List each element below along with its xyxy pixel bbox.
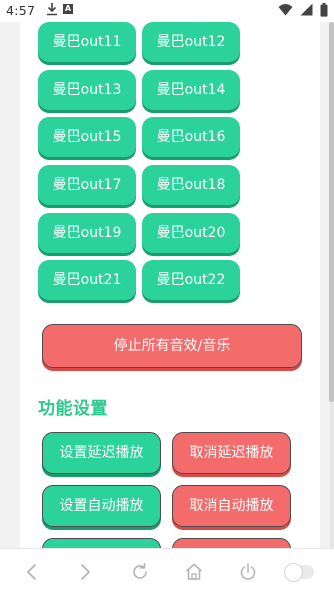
forward-icon[interactable] — [74, 561, 96, 583]
status-indicators — [275, 3, 328, 17]
power-icon[interactable] — [237, 561, 259, 583]
out13-button[interactable]: 曼巴out13 — [38, 70, 136, 110]
toggle-switch[interactable] — [284, 563, 314, 582]
battery-icon — [320, 3, 328, 17]
bottom-toolbar — [0, 548, 334, 593]
sound-board-panel: 曼巴out11 曼巴out12 曼巴out13 曼巴out14 曼巴out15 … — [20, 22, 320, 548]
toggle-knob — [284, 563, 303, 582]
app-screen: 4:57 A 曼巴out11 曼巴out12 曼巴out13 曼巴out14 曼… — [0, 0, 334, 593]
download-icon — [47, 3, 57, 16]
function-settings-title: 功能设置 — [38, 399, 108, 419]
out21-button[interactable]: 曼巴out21 — [38, 260, 136, 300]
refresh-icon[interactable] — [129, 561, 151, 583]
out20-button[interactable]: 曼巴out20 — [142, 213, 240, 253]
wifi-icon — [278, 4, 293, 16]
out22-button[interactable]: 曼巴out22 — [142, 260, 240, 300]
out14-button[interactable]: 曼巴out14 — [142, 70, 240, 110]
home-icon[interactable] — [183, 561, 205, 583]
out19-button[interactable]: 曼巴out19 — [38, 213, 136, 253]
set-auto-play-button[interactable]: 设置自动播放 — [42, 485, 161, 527]
stop-all-button[interactable]: 停止所有音效/音乐 — [42, 324, 302, 368]
status-time: 4:57 — [6, 3, 36, 18]
status-bar: 4:57 A — [0, 0, 334, 22]
signal-icon — [300, 3, 313, 16]
back-icon[interactable] — [21, 561, 43, 583]
out11-button[interactable]: 曼巴out11 — [38, 22, 136, 62]
scrollbar-thumb[interactable] — [329, 22, 334, 402]
set-delay-play-button[interactable]: 设置延迟播放 — [42, 432, 161, 474]
out12-button[interactable]: 曼巴out12 — [142, 22, 240, 62]
out16-button[interactable]: 曼巴out16 — [142, 117, 240, 157]
cancel-delay-play-button[interactable]: 取消延迟播放 — [172, 432, 291, 474]
out17-button[interactable]: 曼巴out17 — [38, 165, 136, 205]
out18-button[interactable]: 曼巴out18 — [142, 165, 240, 205]
next-function-button-left[interactable] — [42, 538, 161, 548]
next-function-button-right[interactable] — [172, 538, 291, 548]
out15-button[interactable]: 曼巴out15 — [38, 117, 136, 157]
notification-a-icon: A — [63, 4, 73, 14]
cancel-auto-play-button[interactable]: 取消自动播放 — [172, 485, 291, 527]
